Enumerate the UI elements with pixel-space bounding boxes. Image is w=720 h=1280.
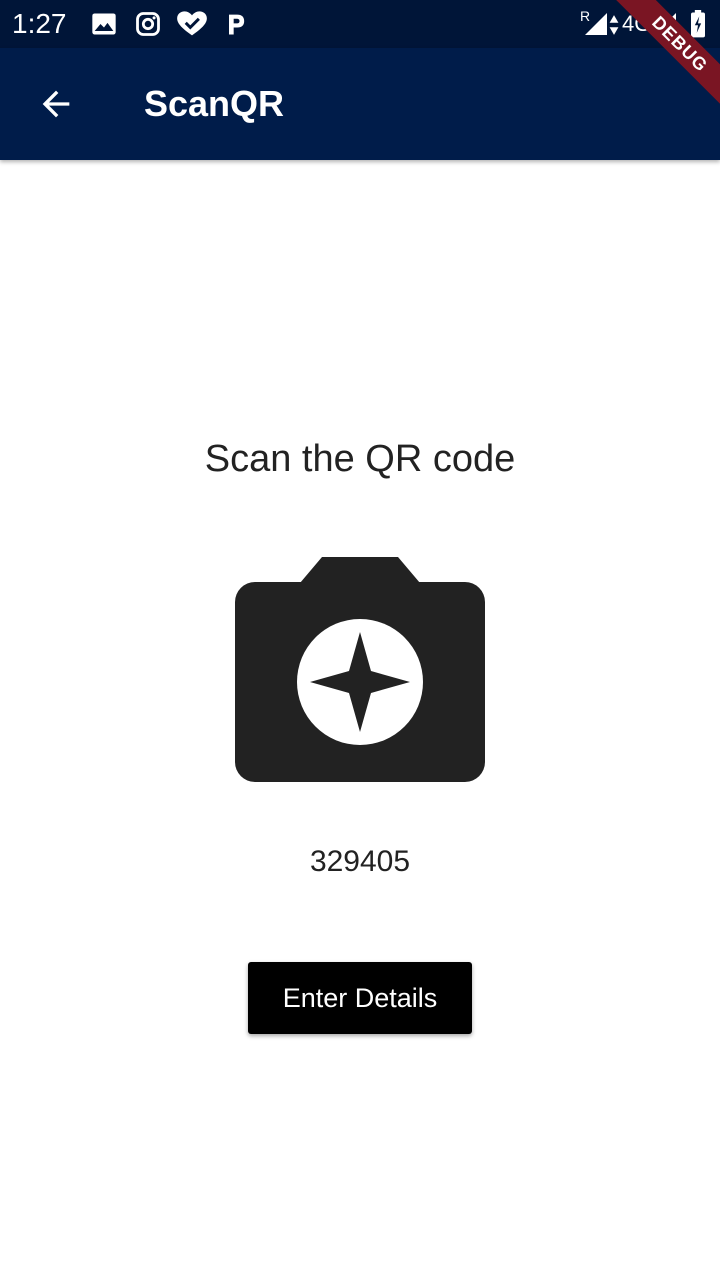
back-button[interactable] bbox=[24, 72, 88, 136]
paytm-p-icon bbox=[229, 14, 245, 35]
heart-check-icon bbox=[177, 11, 207, 36]
battery-icon bbox=[691, 10, 705, 38]
status-time: 1:27 bbox=[12, 8, 67, 39]
image-icon bbox=[92, 13, 116, 35]
data-arrows-icon bbox=[609, 15, 619, 35]
page-title: ScanQR bbox=[144, 83, 285, 124]
scan-heading: Scan the QR code bbox=[204, 438, 516, 480]
instagram-icon bbox=[136, 12, 160, 36]
signal-icon bbox=[654, 13, 676, 35]
signal-icon bbox=[585, 13, 607, 35]
enter-details-button[interactable]: Enter Details bbox=[248, 962, 472, 1034]
scanned-code: 329405 bbox=[309, 845, 411, 878]
arrow-back-icon bbox=[42, 90, 70, 118]
status-bar: 1:27 R 4G bbox=[0, 0, 720, 48]
camera-enhance-icon bbox=[235, 557, 485, 782]
app-bar: ScanQR bbox=[0, 48, 720, 160]
network-type: 4G bbox=[622, 11, 652, 36]
camera-button[interactable] bbox=[234, 556, 486, 784]
